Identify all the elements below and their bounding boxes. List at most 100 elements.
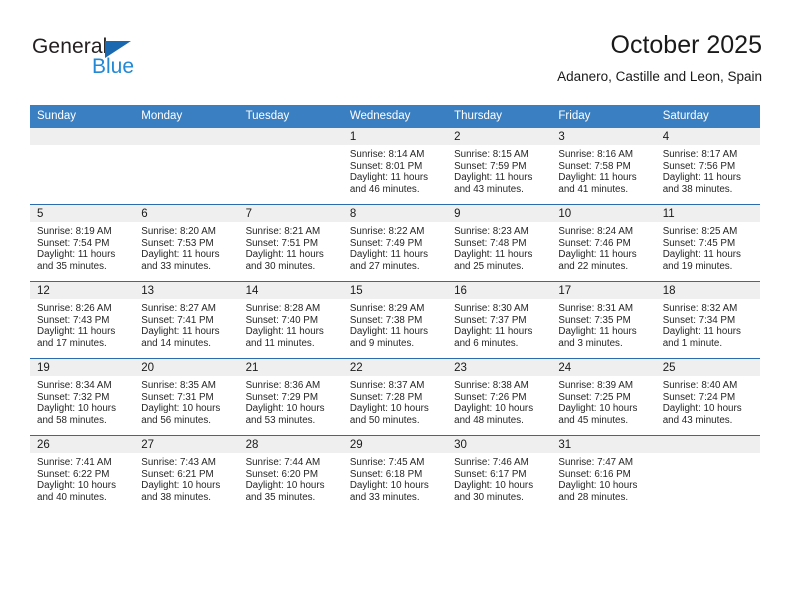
daylight-text-line2: and 40 minutes.: [37, 491, 107, 503]
day-number: 4: [655, 128, 760, 145]
sunset-text: Sunset: 7:35 PM: [558, 314, 631, 326]
day-details: Sunrise: 8:25 AM Sunset: 7:45 PM Daylight:…: [656, 222, 760, 272]
sunset-text: Sunset: 7:48 PM: [454, 237, 527, 249]
calendar-day-cell[interactable]: 7 Sunrise: 8:21 AM Sunset: 7:51 PM Daylight…: [238, 204, 343, 282]
day-details: Sunrise: 8:15 AM Sunset: 7:59 PM Daylight:…: [447, 145, 551, 195]
sunrise-text: Sunrise: 8:15 AM: [454, 149, 529, 160]
calendar-day-cell[interactable]: 14 Sunrise: 8:28 AM Sunset: 7:40 PM Dayligh…: [238, 281, 343, 359]
calendar-day-cell[interactable]: 22 Sunrise: 8:37 AM Sunset: 7:28 PM Dayligh…: [342, 358, 448, 436]
calendar-day-cell[interactable]: 9 Sunrise: 8:23 AM Sunset: 7:48 PM Daylight…: [447, 204, 552, 282]
daylight-text-line2: and 35 minutes.: [245, 491, 316, 503]
sunrise-text: Sunrise: 8:36 AM: [245, 380, 321, 391]
calendar-day-cell[interactable]: 21 Sunrise: 8:36 AM Sunset: 7:29 PM Dayligh…: [238, 358, 343, 436]
calendar-day-cell[interactable]: 15 Sunrise: 8:29 AM Sunset: 7:38 PM Dayligh…: [342, 281, 448, 359]
daylight-text-line1: Daylight: 10 hours: [37, 403, 116, 415]
calendar-week-row: 12 Sunrise: 8:26 AM Sunset: 7:43 PM Dayligh…: [30, 281, 760, 359]
daylight-text-line1: Daylight: 10 hours: [141, 480, 221, 492]
day-cell-content: 14 Sunrise: 8:28 AM Sunset: 7:40 PM Dayligh…: [238, 282, 343, 358]
day-details: Sunrise: 7:46 AM Sunset: 6:17 PM Daylight:…: [447, 453, 551, 503]
sunset-text: Sunset: 7:41 PM: [141, 314, 214, 326]
day-details: Sunrise: 8:16 AM Sunset: 7:58 PM Daylight:…: [551, 145, 655, 195]
daylight-text-line1: Daylight: 11 hours: [141, 326, 220, 338]
calendar-day-cell[interactable]: 30 Sunrise: 7:46 AM Sunset: 6:17 PM Dayligh…: [447, 435, 552, 512]
day-details: Sunrise: 8:20 AM Sunset: 7:53 PM Daylight:…: [134, 222, 238, 272]
sunrise-text: Sunrise: 8:31 AM: [558, 303, 634, 314]
calendar-page: General Blue October 2025 Adanero, Casti…: [0, 0, 792, 612]
sunrise-text: Sunrise: 8:40 AM: [662, 380, 738, 391]
page-header: General Blue October 2025 Adanero, Casti…: [30, 30, 762, 96]
calendar-day-cell[interactable]: 27 Sunrise: 7:43 AM Sunset: 6:21 PM Dayligh…: [134, 435, 239, 512]
day-details: Sunrise: 7:47 AM Sunset: 6:16 PM Daylight:…: [551, 453, 655, 503]
day-number: 19: [30, 359, 135, 376]
sunset-text: Sunset: 7:40 PM: [245, 314, 318, 326]
calendar-day-cell[interactable]: 12 Sunrise: 8:26 AM Sunset: 7:43 PM Dayligh…: [30, 281, 135, 359]
calendar-day-cell[interactable]: 8 Sunrise: 8:22 AM Sunset: 7:49 PM Daylight…: [342, 204, 448, 282]
daylight-text-line1: Daylight: 10 hours: [245, 480, 325, 492]
calendar-day-cell[interactable]: 19 Sunrise: 8:34 AM Sunset: 7:32 PM Dayligh…: [30, 358, 135, 436]
sunset-text: Sunset: 7:54 PM: [37, 237, 110, 249]
day-cell-content: 20 Sunrise: 8:35 AM Sunset: 7:31 PM Dayligh…: [134, 359, 239, 435]
daylight-text-line1: Daylight: 10 hours: [454, 403, 534, 415]
calendar-day-cell[interactable]: 16 Sunrise: 8:30 AM Sunset: 7:37 PM Dayligh…: [447, 281, 552, 359]
sunset-text: Sunset: 7:26 PM: [454, 391, 527, 403]
day-details: Sunrise: 7:44 AM Sunset: 6:20 PM Daylight:…: [239, 453, 343, 503]
weekday-header-saturday: Saturday: [655, 105, 760, 128]
daylight-text-line1: Daylight: 10 hours: [558, 480, 638, 492]
day-details: Sunrise: 8:14 AM Sunset: 8:01 PM Daylight:…: [343, 145, 447, 195]
calendar-day-cell[interactable]: 23 Sunrise: 8:38 AM Sunset: 7:26 PM Dayligh…: [447, 358, 552, 436]
daylight-text-line2: and 43 minutes.: [662, 414, 733, 426]
calendar-day-cell[interactable]: 18 Sunrise: 8:32 AM Sunset: 7:34 PM Dayligh…: [655, 281, 760, 359]
daylight-text-line2: and 3 minutes.: [558, 337, 623, 349]
day-cell-content: 3 Sunrise: 8:16 AM Sunset: 7:58 PM Daylight…: [551, 128, 656, 204]
calendar-day-cell[interactable]: 2 Sunrise: 8:15 AM Sunset: 7:59 PM Daylight…: [447, 128, 552, 205]
sunset-text: Sunset: 6:16 PM: [558, 468, 631, 480]
calendar-day-cell[interactable]: 20 Sunrise: 8:35 AM Sunset: 7:31 PM Dayligh…: [134, 358, 239, 436]
daylight-text-line1: Daylight: 11 hours: [662, 249, 741, 261]
calendar-day-cell[interactable]: 25 Sunrise: 8:40 AM Sunset: 7:24 PM Dayligh…: [655, 358, 760, 436]
day-cell-content: 28 Sunrise: 7:44 AM Sunset: 6:20 PM Dayligh…: [238, 436, 343, 512]
calendar-day-cell[interactable]: 26 Sunrise: 7:41 AM Sunset: 6:22 PM Dayligh…: [30, 435, 135, 512]
calendar-day-cell[interactable]: 29 Sunrise: 7:45 AM Sunset: 6:18 PM Dayligh…: [342, 435, 448, 512]
calendar-day-cell[interactable]: 24 Sunrise: 8:39 AM Sunset: 7:25 PM Dayligh…: [551, 358, 656, 436]
daylight-text-line1: Daylight: 11 hours: [37, 326, 116, 338]
day-details: Sunrise: 8:26 AM Sunset: 7:43 PM Daylight:…: [30, 299, 134, 349]
calendar-day-cell[interactable]: 28 Sunrise: 7:44 AM Sunset: 6:20 PM Dayligh…: [238, 435, 343, 512]
calendar-day-cell[interactable]: 6 Sunrise: 8:20 AM Sunset: 7:53 PM Daylight…: [134, 204, 239, 282]
day-details: Sunrise: 7:43 AM Sunset: 6:21 PM Daylight:…: [134, 453, 238, 503]
day-number: 9: [447, 205, 552, 222]
sunset-text: Sunset: 7:37 PM: [454, 314, 527, 326]
calendar-day-cell[interactable]: 13 Sunrise: 8:27 AM Sunset: 7:41 PM Dayligh…: [134, 281, 239, 359]
day-number: 13: [134, 282, 239, 299]
daylight-text-line2: and 33 minutes.: [141, 260, 211, 272]
day-details: Sunrise: 8:24 AM Sunset: 7:46 PM Daylight:…: [551, 222, 655, 272]
day-number: 17: [551, 282, 656, 299]
day-number: 29: [342, 436, 448, 453]
sunset-text: Sunset: 7:29 PM: [245, 391, 318, 403]
daylight-text-line1: Daylight: 11 hours: [37, 249, 116, 261]
calendar-day-cell[interactable]: 4 Sunrise: 8:17 AM Sunset: 7:56 PM Daylight…: [655, 128, 760, 205]
day-number: 1: [342, 128, 448, 145]
day-number: 15: [342, 282, 448, 299]
calendar-week-row: 19 Sunrise: 8:34 AM Sunset: 7:32 PM Dayligh…: [30, 358, 760, 436]
calendar-day-cell[interactable]: 10 Sunrise: 8:24 AM Sunset: 7:46 PM Dayligh…: [551, 204, 656, 282]
calendar-day-cell[interactable]: 31 Sunrise: 7:47 AM Sunset: 6:16 PM Dayligh…: [551, 435, 656, 512]
day-cell-content: 15 Sunrise: 8:29 AM Sunset: 7:38 PM Dayligh…: [342, 282, 448, 358]
day-cell-content: 27 Sunrise: 7:43 AM Sunset: 6:21 PM Dayligh…: [134, 436, 239, 512]
sunset-text: Sunset: 7:31 PM: [141, 391, 214, 403]
daylight-text-line1: Daylight: 10 hours: [141, 403, 221, 415]
calendar-day-cell[interactable]: 1 Sunrise: 8:14 AM Sunset: 8:01 PM Daylight…: [342, 128, 448, 205]
calendar-header-row: Sunday Monday Tuesday Wednesday Thursday…: [30, 105, 760, 128]
calendar-grid: Sunday Monday Tuesday Wednesday Thursday…: [30, 105, 760, 512]
daylight-text-line1: Daylight: 11 hours: [349, 326, 429, 338]
calendar-day-cell[interactable]: 3 Sunrise: 8:16 AM Sunset: 7:58 PM Daylight…: [551, 128, 656, 205]
calendar-day-cell[interactable]: 17 Sunrise: 8:31 AM Sunset: 7:35 PM Dayligh…: [551, 281, 656, 359]
calendar-day-cell-empty: [238, 128, 343, 205]
general-blue-logo[interactable]: General Blue: [32, 35, 212, 87]
daylight-text-line1: Daylight: 10 hours: [662, 403, 742, 415]
daylight-text-line1: Daylight: 10 hours: [454, 480, 534, 492]
calendar-day-cell[interactable]: 5 Sunrise: 8:19 AM Sunset: 7:54 PM Daylight…: [30, 204, 135, 282]
day-details: Sunrise: 8:21 AM Sunset: 7:51 PM Daylight:…: [239, 222, 343, 272]
calendar-day-cell[interactable]: 11 Sunrise: 8:25 AM Sunset: 7:45 PM Dayligh…: [655, 204, 760, 282]
sunset-text: Sunset: 6:21 PM: [141, 468, 214, 480]
day-details: Sunrise: 7:41 AM Sunset: 6:22 PM Daylight:…: [30, 453, 134, 503]
